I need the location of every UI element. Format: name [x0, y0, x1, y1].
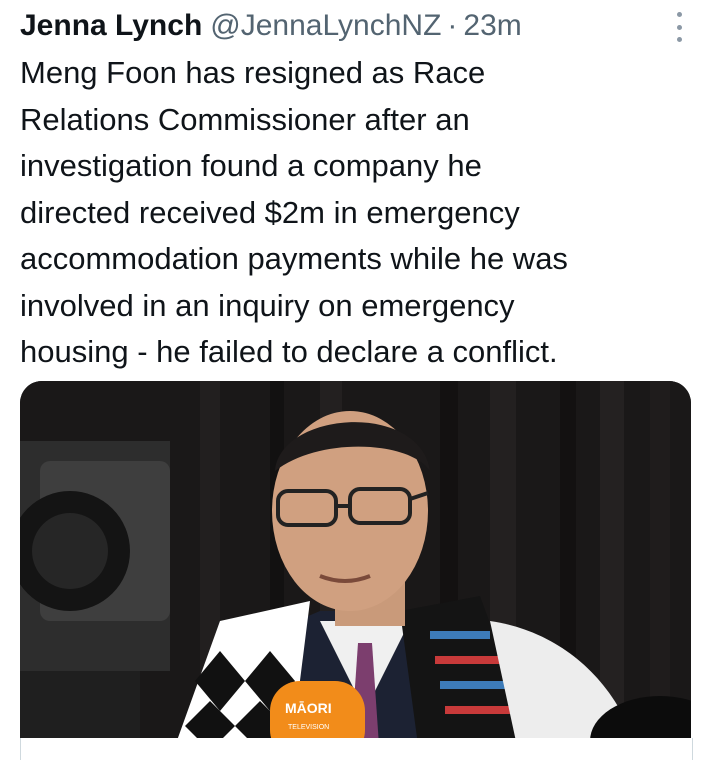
tweet-text: Meng Foon has resigned as Race Relations…: [20, 55, 568, 369]
separator: ·: [447, 9, 458, 42]
tweet-photo[interactable]: MĀORI TELEVISION: [20, 381, 691, 760]
photo-scene: MĀORI TELEVISION: [20, 381, 691, 760]
tweet[interactable]: Jenna Lynch @JennaLynchNZ · 23m Meng Foo…: [0, 0, 714, 760]
media-card-footer: [20, 738, 693, 760]
author-name[interactable]: Jenna Lynch: [20, 6, 202, 46]
microphone-sublabel: TELEVISION: [288, 724, 329, 731]
microphone-label: MĀORI: [285, 700, 332, 716]
tweet-header: Jenna Lynch @JennaLynchNZ · 23m: [20, 6, 664, 46]
more-vertical-icon[interactable]: [672, 12, 686, 42]
author-handle[interactable]: @JennaLynchNZ: [210, 6, 441, 46]
timestamp[interactable]: 23m: [463, 6, 521, 46]
